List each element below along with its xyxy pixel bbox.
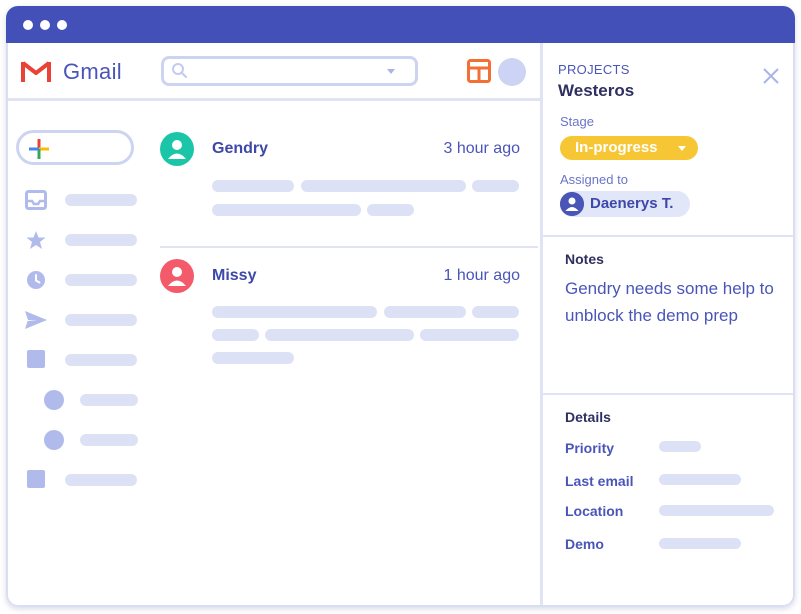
user-avatar[interactable] — [498, 58, 526, 86]
detail-value-placeholder — [659, 505, 774, 516]
stage-select[interactable]: In-progress — [560, 136, 698, 160]
mail-sender: Gendry — [212, 140, 269, 157]
stage-value: In-progress — [575, 139, 658, 156]
sidebar-item-sent[interactable] — [25, 310, 145, 330]
top-bar: Gmail — [6, 43, 540, 101]
window-control-dot[interactable] — [57, 20, 67, 30]
mail-app: Gmail Gendry 3 hour ago Missy 1 hour ago — [6, 43, 540, 607]
label-placeholder — [65, 194, 137, 206]
sidebar-item-snoozed[interactable] — [25, 270, 145, 290]
star-icon — [26, 231, 46, 249]
details-heading: Details — [565, 409, 611, 425]
label-placeholder — [80, 434, 138, 446]
inbox-icon — [25, 190, 47, 210]
clock-icon — [27, 271, 45, 289]
label-dot-icon — [44, 430, 64, 450]
detail-label-demo: Demo — [565, 536, 604, 552]
app-name: Gmail — [63, 59, 122, 84]
detail-value-placeholder — [659, 538, 741, 549]
label-placeholder — [65, 474, 137, 486]
sidebar — [6, 104, 151, 607]
label-placeholder — [80, 394, 138, 406]
preview-placeholder — [301, 180, 466, 192]
assignee-name: Daenerys T. — [590, 195, 674, 212]
stage-label: Stage — [560, 114, 594, 129]
label-placeholder — [65, 314, 137, 326]
search-input[interactable] — [161, 56, 418, 86]
sidebar-subitem[interactable] — [25, 430, 145, 450]
assigned-label: Assigned to — [560, 172, 628, 187]
preview-placeholder — [472, 180, 519, 192]
detail-label-location: Location — [565, 503, 624, 519]
app-window: Gmail Gendry 3 hour ago Missy 1 hour ago… — [6, 6, 795, 607]
gmail-logo-icon — [21, 61, 51, 82]
divider — [160, 246, 538, 248]
user-icon — [160, 259, 194, 293]
preview-placeholder — [212, 352, 294, 364]
preview-placeholder — [420, 329, 519, 341]
user-icon — [560, 192, 584, 216]
mail-time: 1 hour ago — [443, 267, 520, 284]
user-icon — [160, 132, 194, 166]
window-control-dot[interactable] — [23, 20, 33, 30]
preview-placeholder — [212, 306, 377, 318]
notes-text[interactable]: Gendry needs some help to unblock the de… — [565, 275, 793, 329]
assignee-chip[interactable]: Daenerys T. — [560, 191, 690, 217]
mail-item[interactable]: Missy 1 hour ago — [160, 259, 520, 389]
mail-time: 3 hour ago — [443, 140, 520, 157]
preview-placeholder — [384, 306, 466, 318]
sidebar-item-inbox[interactable] — [25, 190, 145, 210]
mail-sender: Missy — [212, 267, 257, 284]
project-title: Westeros — [558, 81, 635, 100]
sidebar-item-folder[interactable] — [25, 350, 145, 370]
label-dot-icon — [44, 390, 64, 410]
label-placeholder — [65, 354, 137, 366]
divider — [543, 235, 795, 237]
preview-placeholder — [472, 306, 519, 318]
avatar — [160, 132, 194, 166]
mail-list: Gendry 3 hour ago Missy 1 hour ago — [160, 104, 540, 607]
title-bar — [6, 6, 795, 43]
sidebar-subitem[interactable] — [25, 390, 145, 410]
window-control-dot[interactable] — [40, 20, 50, 30]
detail-value-placeholder — [659, 474, 741, 485]
label-placeholder — [65, 274, 137, 286]
detail-label-priority: Priority — [565, 440, 615, 456]
preview-placeholder — [212, 204, 361, 216]
plus-icon — [29, 139, 49, 159]
preview-placeholder — [367, 204, 414, 216]
panel-section-label: PROJECTS — [558, 62, 630, 77]
send-icon — [25, 311, 47, 329]
close-icon[interactable] — [763, 68, 779, 84]
project-panel: PROJECTS Westeros Stage In-progress Assi… — [540, 43, 795, 607]
compose-button[interactable] — [16, 130, 134, 165]
sidebar-item-folder[interactable] — [25, 470, 145, 490]
folder-icon — [27, 470, 45, 488]
folder-icon — [27, 350, 45, 368]
chevron-down-icon[interactable] — [387, 69, 395, 74]
sidebar-item-starred[interactable] — [25, 230, 145, 250]
search-icon — [172, 63, 187, 78]
preview-placeholder — [212, 180, 294, 192]
detail-label-last-email: Last email — [565, 473, 634, 489]
label-placeholder — [65, 234, 137, 246]
avatar — [160, 259, 194, 293]
mail-item[interactable]: Gendry 3 hour ago — [160, 132, 520, 242]
divider — [543, 393, 795, 395]
layout-icon[interactable] — [467, 59, 491, 83]
chevron-down-icon — [678, 146, 686, 151]
preview-placeholder — [212, 329, 259, 341]
notes-heading: Notes — [565, 251, 604, 267]
detail-value-placeholder — [659, 441, 701, 452]
preview-placeholder — [265, 329, 414, 341]
